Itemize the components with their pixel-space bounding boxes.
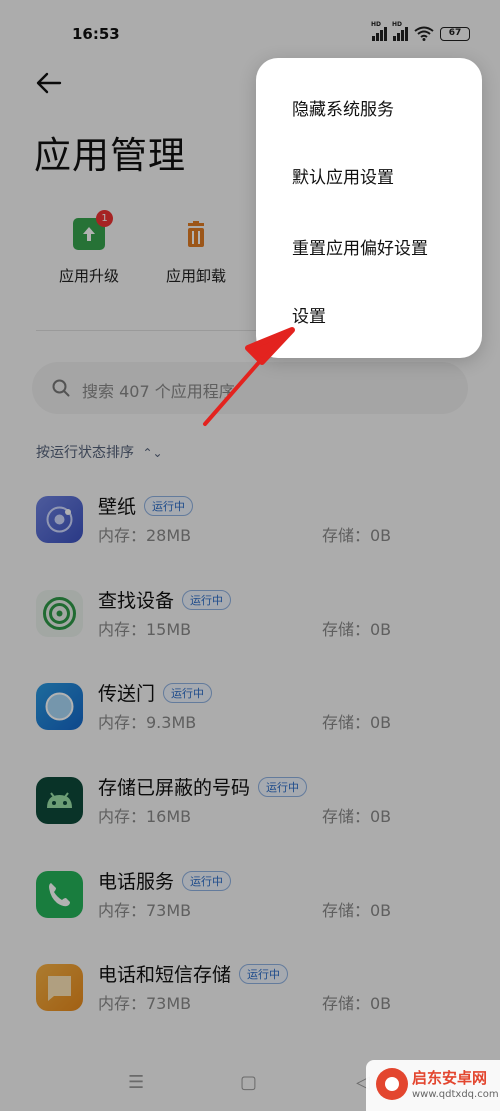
menu-item-reset-app-preferences[interactable]: 重置应用偏好设置 — [292, 234, 428, 259]
menu-item-settings[interactable]: 设置 — [292, 302, 326, 327]
watermark-name: 启东安卓网 — [412, 1069, 488, 1087]
watermark-logo-icon — [376, 1068, 408, 1100]
menu-item-hide-system-services[interactable]: 隐藏系统服务 — [292, 95, 394, 120]
overflow-menu: 隐藏系统服务 默认应用设置 重置应用偏好设置 设置 — [256, 58, 482, 358]
watermark-url: www.qdtxdq.com — [412, 1089, 499, 1100]
site-watermark-logo: 启东安卓网 www.qdtxdq.com — [366, 1060, 500, 1111]
menu-item-default-app-settings[interactable]: 默认应用设置 — [292, 163, 394, 188]
